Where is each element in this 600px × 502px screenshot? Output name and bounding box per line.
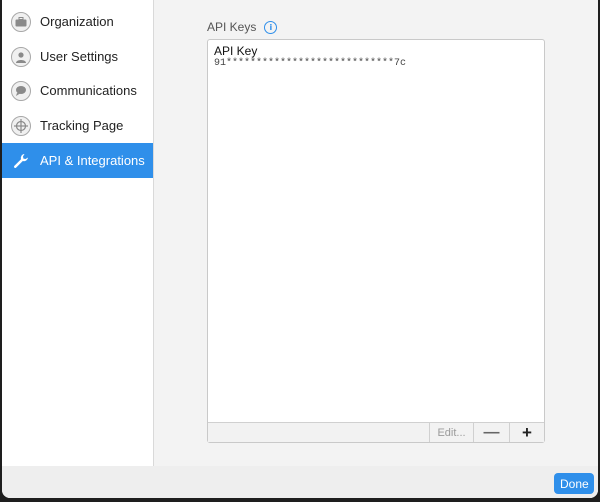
list-item[interactable]: API Key 91****************************7c xyxy=(214,44,406,70)
briefcase-icon xyxy=(11,11,31,32)
add-button[interactable]: + xyxy=(509,423,544,442)
wrench-icon xyxy=(11,151,31,171)
remove-button[interactable]: — xyxy=(473,423,509,442)
user-icon xyxy=(11,46,31,67)
done-button[interactable]: Done xyxy=(554,473,594,494)
sidebar-item-api-integrations[interactable]: API & Integrations xyxy=(2,143,153,178)
edit-button[interactable]: Edit... xyxy=(429,423,473,442)
section-title-text: API Keys xyxy=(207,20,257,34)
sidebar-item-label: User Settings xyxy=(40,49,119,64)
sidebar-item-user-settings[interactable]: User Settings xyxy=(2,39,153,74)
sidebar-item-label: Communications xyxy=(40,83,137,98)
sidebar-item-tracking-page[interactable]: Tracking Page xyxy=(2,108,153,143)
sidebar-item-label: API & Integrations xyxy=(40,153,145,168)
sidebar-item-communications[interactable]: Communications xyxy=(2,73,153,108)
sidebar-item-label: Tracking Page xyxy=(40,118,124,133)
settings-window: Organization User Settings Communication… xyxy=(2,0,598,498)
list-footer: Edit... — + xyxy=(208,422,544,442)
sidebar-item-organization[interactable]: Organization xyxy=(2,4,153,39)
section-title: API Keys i xyxy=(207,20,278,34)
info-icon[interactable]: i xyxy=(264,20,278,34)
crosshair-icon xyxy=(11,115,31,136)
bottom-bar: Done xyxy=(2,466,598,498)
chat-bubble-icon xyxy=(11,80,31,101)
main-content: API Keys i API Key 91*******************… xyxy=(154,0,598,466)
api-key-value: 91****************************7c xyxy=(214,58,407,69)
api-key-name: API Key xyxy=(214,44,258,58)
api-keys-list[interactable]: API Key 91****************************7c… xyxy=(207,39,545,443)
sidebar: Organization User Settings Communication… xyxy=(2,0,154,466)
sidebar-item-label: Organization xyxy=(40,14,114,29)
